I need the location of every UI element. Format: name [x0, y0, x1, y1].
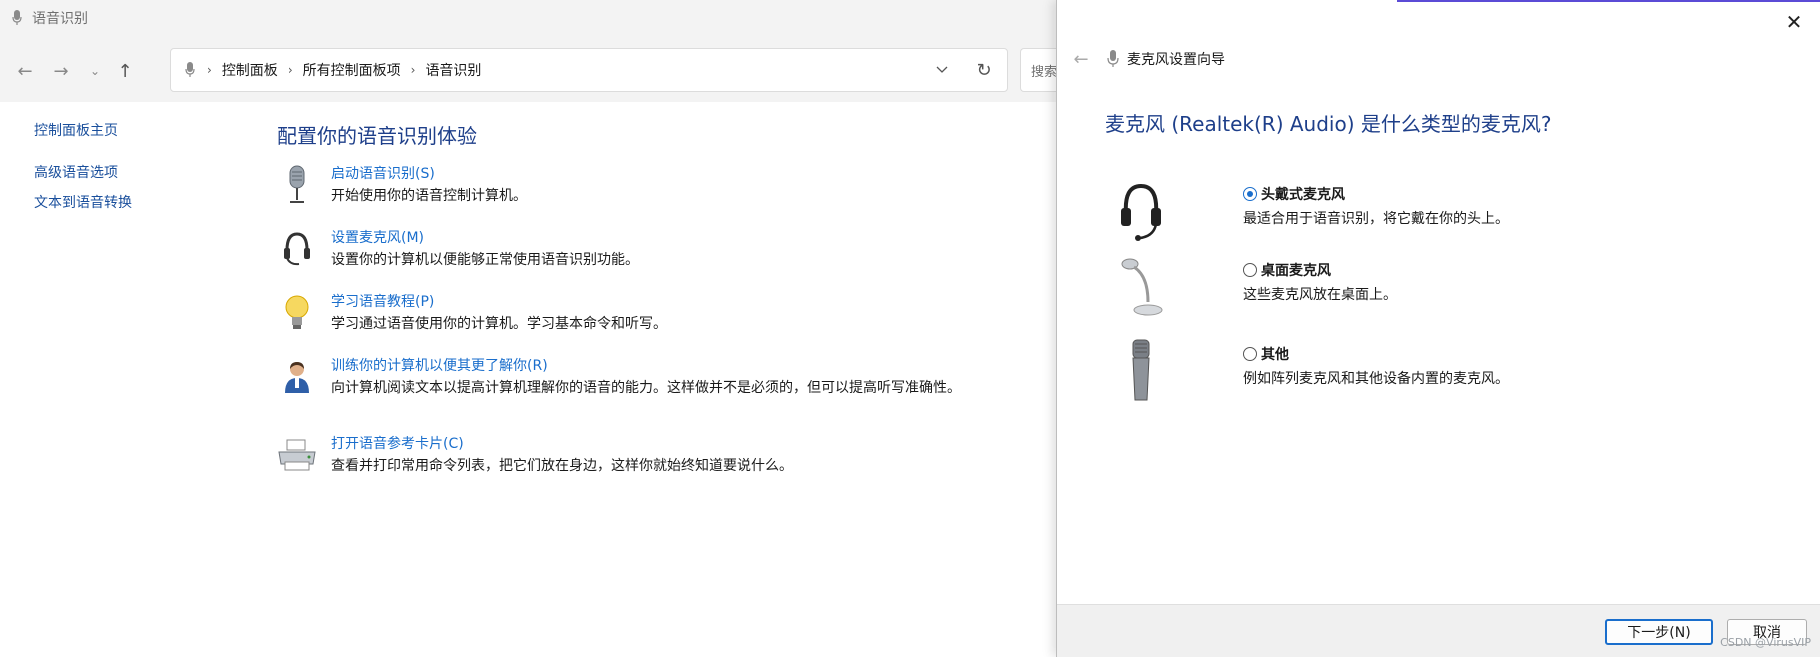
task-description: 设置你的计算机以便能够正常使用语音识别功能。: [331, 252, 639, 268]
sidebar-item-control-panel-home[interactable]: 控制面板主页: [34, 120, 254, 140]
radio-checked[interactable]: [1243, 187, 1257, 201]
task-description: 查看并打印常用命令列表，把它们放在身边，这样你就始终知道要说什么。: [331, 458, 793, 474]
refresh-icon[interactable]: ↻: [973, 59, 995, 81]
breadcrumb-separator-icon: ›: [287, 63, 293, 77]
headset-radio[interactable]: 头戴式麦克风: [1243, 184, 1345, 204]
next-button[interactable]: 下一步(N): [1605, 619, 1713, 645]
navigation-bar: ← → ⌄ ↑ › 控制面板 › 所有控制面板项 › 语音识别 ↻ 搜索: [0, 36, 1060, 102]
sidebar-item-text-to-speech[interactable]: 文本到语音转换: [34, 192, 254, 212]
breadcrumb-separator-icon: ›: [410, 63, 416, 77]
handheld-microphone-icon: [1111, 338, 1171, 404]
task-description: 向计算机阅读文本以提高计算机理解你的语音的能力。这样做并不是必须的，但可以提高听…: [331, 380, 961, 396]
radio-unchecked[interactable]: [1243, 347, 1257, 361]
person-icon: [277, 355, 317, 399]
microphone-icon: [185, 62, 195, 78]
accent-line: [1397, 0, 1820, 2]
close-icon[interactable]: ✕: [1782, 10, 1806, 34]
printer-icon: [277, 433, 317, 477]
back-arrow-icon[interactable]: ←: [1067, 45, 1095, 73]
set-up-microphone-link[interactable]: 设置麦克风(M): [331, 227, 1037, 249]
page-title: 配置你的语音识别体验: [277, 124, 477, 148]
start-speech-recognition-link[interactable]: 启动语音识别(S): [331, 163, 1037, 185]
microphone-icon: [277, 163, 317, 207]
wizard-header: ← 麦克风设置向导: [1067, 44, 1225, 74]
breadcrumb-item[interactable]: 控制面板: [222, 60, 278, 80]
task-item: 设置麦克风(M) 设置你的计算机以便能够正常使用语音识别功能。: [277, 227, 1037, 283]
microphone-icon: [1107, 50, 1119, 68]
watermark: CSDN @VirusVIP: [1720, 636, 1811, 649]
wizard-question: 麦克风 (Realtek(R) Audio) 是什么类型的麦克风?: [1105, 112, 1552, 136]
option-label: 头戴式麦克风: [1261, 187, 1345, 203]
chevron-down-icon[interactable]: [931, 59, 953, 81]
search-input[interactable]: 搜索: [1020, 48, 1060, 92]
desk-microphone-icon: [1111, 254, 1171, 320]
breadcrumb-item[interactable]: 语音识别: [425, 60, 481, 80]
task-item: 训练你的计算机以便其更了解你(R) 向计算机阅读文本以提高计算机理解你的语音的能…: [277, 355, 1037, 425]
other-microphone-radio[interactable]: 其他: [1243, 344, 1289, 364]
option-description: 例如阵列麦克风和其他设备内置的麦克风。: [1243, 371, 1509, 387]
headset-icon: [277, 227, 317, 271]
back-arrow-icon[interactable]: ←: [12, 58, 38, 84]
up-arrow-icon[interactable]: ↑: [112, 58, 138, 84]
task-item: 启动语音识别(S) 开始使用你的语音控制计算机。: [277, 163, 1037, 219]
radio-unchecked[interactable]: [1243, 263, 1257, 277]
sidebar-item-advanced-speech-options[interactable]: 高级语音选项: [34, 162, 254, 182]
option-description: 这些麦克风放在桌面上。: [1243, 287, 1397, 303]
window-title: 语音识别: [32, 11, 88, 27]
breadcrumb-separator-icon: ›: [207, 63, 212, 77]
forward-arrow-icon[interactable]: →: [48, 58, 74, 84]
task-item: 打开语音参考卡片(C) 查看并打印常用命令列表，把它们放在身边，这样你就始终知道…: [277, 433, 1037, 489]
main-content: 配置你的语音识别体验 启动语音识别(S) 开始使用你的语音控制计算机。 设置麦克…: [277, 120, 1037, 497]
option-headset: 头戴式麦克风 最适合用于语音识别，将它戴在你的头上。: [1111, 178, 1711, 248]
option-other: 其他 例如阵列麦克风和其他设备内置的麦克风。: [1111, 338, 1711, 408]
task-description: 开始使用你的语音控制计算机。: [331, 188, 527, 204]
sidebar: 控制面板主页 高级语音选项 文本到语音转换: [34, 120, 254, 212]
lightbulb-icon: [277, 291, 317, 335]
task-item: 学习语音教程(P) 学习通过语音使用你的计算机。学习基本命令和听写。: [277, 291, 1037, 347]
headset-icon: [1111, 178, 1171, 244]
recent-locations-chevron-icon[interactable]: ⌄: [82, 58, 108, 84]
microphone-icon: [10, 9, 24, 27]
desk-microphone-radio[interactable]: 桌面麦克风: [1243, 260, 1331, 280]
address-bar[interactable]: › 控制面板 › 所有控制面板项 › 语音识别 ↻: [170, 48, 1008, 92]
breadcrumb-item[interactable]: 所有控制面板项: [303, 60, 401, 80]
microphone-setup-wizard-dialog: ✕ ← 麦克风设置向导 麦克风 (Realtek(R) Audio) 是什么类型…: [1056, 0, 1820, 657]
option-label: 桌面麦克风: [1261, 263, 1331, 279]
option-description: 最适合用于语音识别，将它戴在你的头上。: [1243, 211, 1509, 227]
take-speech-tutorial-link[interactable]: 学习语音教程(P): [331, 291, 1037, 313]
open-speech-reference-card-link[interactable]: 打开语音参考卡片(C): [331, 433, 1037, 455]
wizard-title: 麦克风设置向导: [1127, 52, 1225, 68]
task-description: 学习通过语音使用你的计算机。学习基本命令和听写。: [331, 316, 667, 332]
wizard-footer: 下一步(N) 取消 CSDN @VirusVIP: [1057, 604, 1820, 657]
title-bar: 语音识别: [0, 0, 1060, 36]
train-computer-link[interactable]: 训练你的计算机以便其更了解你(R): [331, 355, 1037, 377]
option-label: 其他: [1261, 347, 1289, 363]
option-desk-microphone: 桌面麦克风 这些麦克风放在桌面上。: [1111, 254, 1711, 324]
